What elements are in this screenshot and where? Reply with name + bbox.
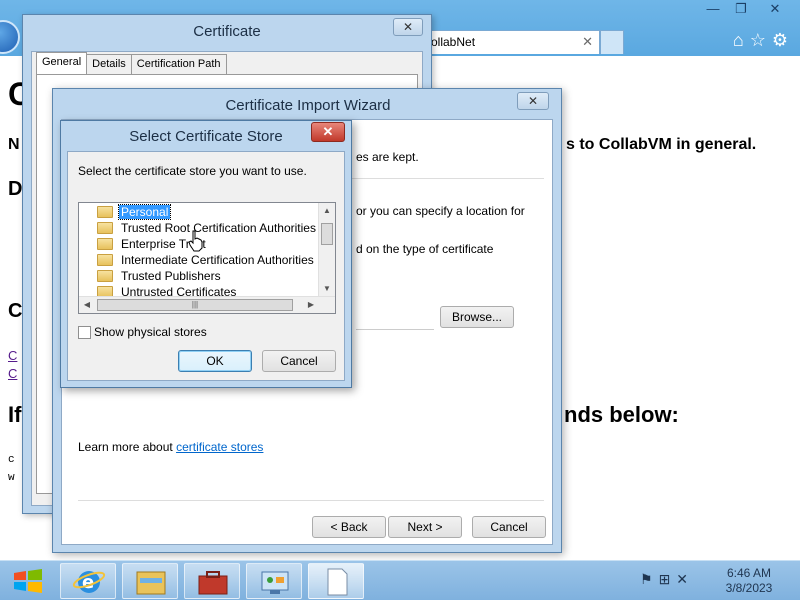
store-dialog-title: Select Certificate Store [129,128,283,145]
volume-muted-icon[interactable]: ✕ [676,571,694,587]
toolbox-icon [198,571,228,595]
folder-icon [97,205,113,218]
tree-item-label: Trusted Root Certification Authorities [121,220,316,235]
scroll-h-thumb[interactable]: ||| [97,299,293,311]
tab-details[interactable]: Details [86,54,132,74]
wizard-text-line-3: d on the type of certificate [356,242,494,256]
folder-icon [97,269,113,282]
clock-time: 6:46 AM [726,566,772,580]
home-icon[interactable]: ⌂ [733,30,750,50]
ok-button[interactable]: OK [178,350,252,372]
folder-icon [97,237,113,250]
internet-explorer-icon: e [72,571,106,593]
select-store-dialog: Select Certificate Store ✕ Select the ce… [60,120,352,388]
close-icon[interactable]: ✕ [760,1,790,19]
flag-icon[interactable]: ⚑ [640,571,659,587]
page-commands-heading: nds below: [564,402,679,427]
page-subheading2-partial: C [8,300,23,322]
certificate-dialog-title: Certificate [193,23,261,40]
page-code-line-2: w [8,472,15,484]
certificate-close-button[interactable]: ✕ [393,18,423,36]
scroll-down-icon[interactable]: ▼ [319,281,335,297]
page-link-1[interactable]: C [8,348,17,363]
store-instruction: Select the certificate store you want to… [78,164,307,178]
show-physical-label: Show physical stores [94,325,207,339]
wizard-title: Certificate Import Wizard [225,97,391,114]
certificate-store-field[interactable] [356,308,434,330]
page-body-text: s to CollabVM in general. [566,136,757,153]
tab-general[interactable]: General [36,52,88,74]
tree-item-label: Personal [117,203,172,220]
browser-toolbar-icons: ⌂☆⚙ [733,30,794,51]
control-panel-icon [261,571,289,594]
wizard-cancel-button[interactable]: Cancel [472,516,546,538]
favorites-star-icon[interactable]: ☆ [750,30,772,50]
tree-horizontal-scrollbar[interactable]: ◀ ||| ▶ [79,296,335,313]
page-text-partial-n: N [8,136,20,153]
wizard-text-line-1: es are kept. [356,150,419,164]
tree-item-personal[interactable]: Personal [83,203,172,220]
tree-item-label: Trusted Publishers [121,268,221,283]
certificate-stores-link[interactable]: certificate stores [176,440,263,454]
tab-close-icon[interactable]: ✕ [582,34,593,50]
wizard-text-line-2: or you can specify a location for [356,204,525,218]
browser-tab[interactable]: ollabNet ✕ [420,30,600,54]
system-tray: ⚑⊞✕ [640,571,694,588]
taskbar-control-panel[interactable] [246,563,302,599]
certificate-tabs: General Details Certification Path [36,52,227,76]
taskbar: e ⚑⊞✕ 6:46 AM 3/8/2023 [0,560,800,600]
clock-date: 3/8/2023 [725,581,773,595]
back-button[interactable] [0,20,20,54]
wizard-close-button[interactable]: ✕ [517,92,549,110]
show-physical-checkbox[interactable] [78,326,91,339]
wizard-learn-more: Learn more about certificate stores [78,440,263,454]
document-icon [327,568,348,596]
taskbar-clock[interactable]: 6:46 AM 3/8/2023 [718,566,780,596]
page-link-2[interactable]: C [8,366,17,381]
tree-item-trusted-publishers[interactable]: Trusted Publishers [83,268,223,284]
maximize-icon[interactable]: ❐ [726,1,756,19]
next-button[interactable]: Next > [388,516,462,538]
tree-vertical-scrollbar[interactable]: ▲ ▼ [318,203,335,297]
store-dialog-body: Select the certificate store you want to… [67,151,345,381]
settings-gear-icon[interactable]: ⚙ [772,30,794,50]
new-tab-button[interactable] [600,30,624,54]
scroll-left-icon[interactable]: ◀ [79,297,95,313]
hand-cursor-icon [188,230,203,252]
browse-button[interactable]: Browse... [440,306,514,328]
taskbar-internet-explorer[interactable]: e [60,563,116,599]
store-close-button[interactable]: ✕ [311,122,345,142]
folder-icon [97,221,113,234]
store-cancel-button[interactable]: Cancel [262,350,336,372]
browser-tab-label: ollabNet [431,35,476,49]
scroll-up-icon[interactable]: ▲ [319,203,335,219]
start-windows-icon[interactable] [6,565,50,597]
folder-icon [97,253,113,266]
taskbar-blank-document[interactable] [308,563,364,599]
taskbar-file-explorer[interactable] [122,563,178,599]
tree-item-label: Intermediate Certification Authorities [121,252,314,267]
tab-certification-path[interactable]: Certification Path [130,54,227,74]
page-code-line-1: c [8,454,15,466]
store-tree[interactable]: Personal Trusted Root Certification Auth… [78,202,336,314]
network-icon[interactable]: ⊞ [659,571,677,587]
taskbar-toolbox[interactable] [184,563,240,599]
back-button[interactable]: < Back [312,516,386,538]
scroll-right-icon[interactable]: ▶ [303,297,319,313]
scroll-thumb[interactable] [321,223,333,245]
tree-item-intermediate[interactable]: Intermediate Certification Authorities [83,252,316,268]
page-if-heading: If [8,402,22,427]
folder-icon [136,571,166,595]
wizard-separator-bottom [78,500,544,501]
minimize-icon[interactable]: — [698,1,728,19]
page-subheading-partial: D [8,178,23,200]
learn-more-prefix: Learn more about [78,440,177,454]
